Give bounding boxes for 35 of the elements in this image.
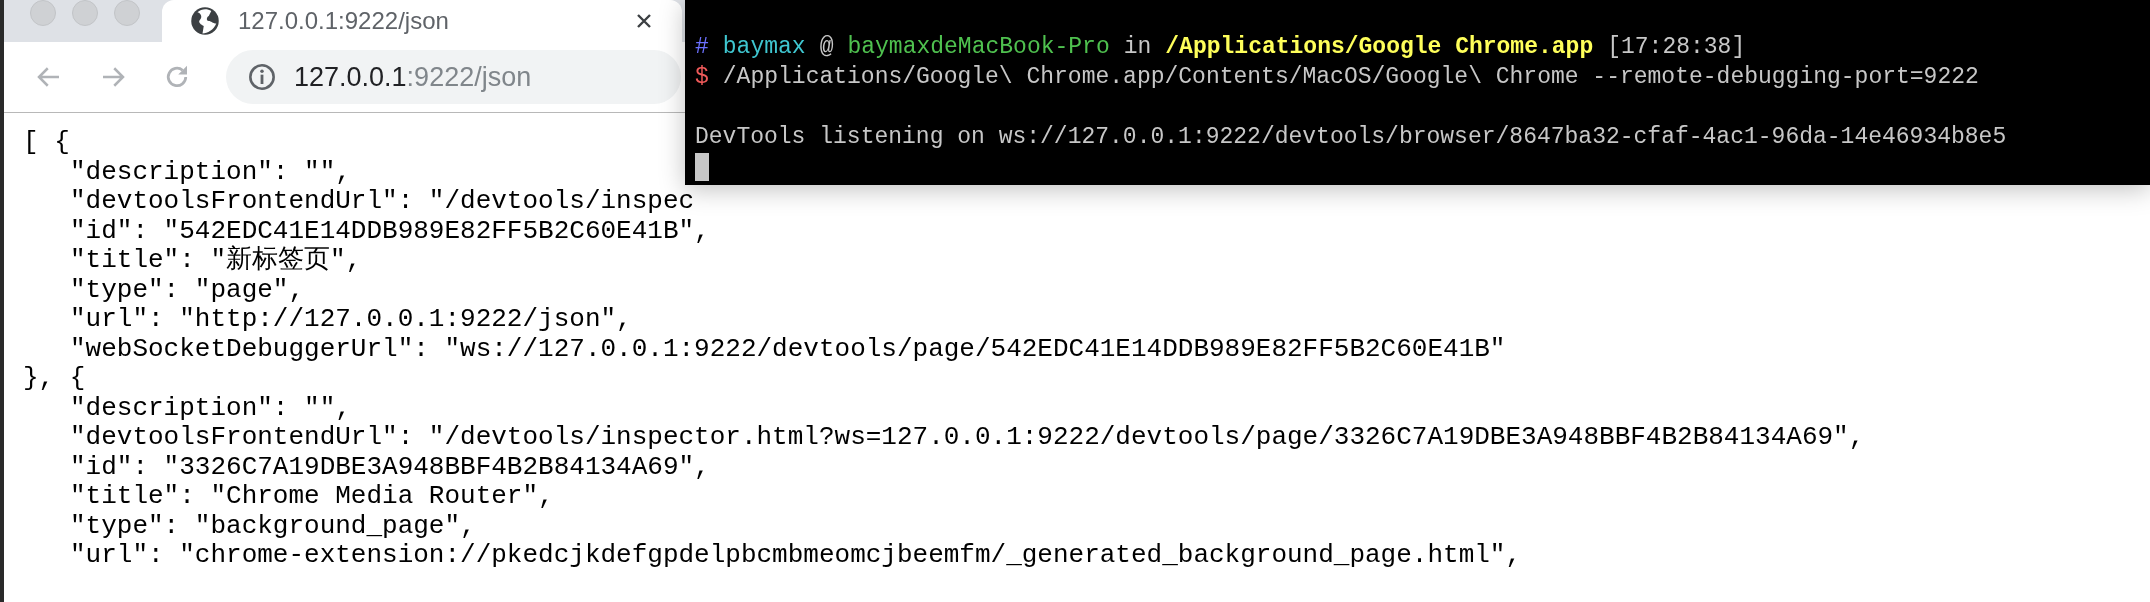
prompt-path: /Applications/Google Chrome.app — [1165, 34, 1594, 60]
minimize-window-button[interactable] — [72, 0, 98, 26]
prompt-symbol: # — [695, 34, 709, 60]
json-line: "title": "Chrome Media Router", — [70, 482, 554, 512]
output-text: DevTools listening on ws://127.0.0.1:9222/devtools/browser/8647ba32-cfaf-4ac1-96da-14e46934b8e5 — [695, 124, 2007, 150]
json-line: "id": "542EDC41E14DDB989E82FF5B2C60E41B", — [70, 216, 710, 246]
json-line: "description": "", — [70, 393, 351, 423]
info-icon[interactable] — [248, 63, 276, 91]
prompt-text: @ — [819, 34, 834, 60]
browser-tab[interactable]: 127.0.0.1:9222/json — [162, 0, 682, 42]
json-line: "type": "page", — [70, 275, 305, 305]
prompt-sign: $ — [695, 64, 709, 90]
json-line: "url": "chrome-extension://pkedcjkdefgpdelpbcmbmeomcjbeemfm/_generated_background_page.html", — [70, 541, 1522, 571]
json-line: [ { — [23, 128, 70, 158]
address-bar[interactable]: 127.0.0.1:9222/json — [226, 50, 681, 104]
text-cursor — [695, 153, 709, 181]
json-line: }, { — [23, 364, 86, 394]
json-line: "type": "background_page", — [70, 511, 476, 541]
json-line: "webSocketDebuggerUrl": "ws://127.0.0.1:9222/devtools/page/542EDC41E14DDB989E82FF5B2C60E41B" — [70, 334, 1506, 364]
globe-icon — [190, 6, 220, 36]
json-line: "description": "", — [70, 157, 351, 187]
url-text: 127.0.0.1:9222/json — [294, 61, 532, 93]
zoom-window-button[interactable] — [114, 0, 140, 26]
json-line: "title": "新标签页", — [70, 246, 362, 276]
json-line: "devtoolsFrontendUrl": "/devtools/inspector.html?ws=127.0.0.1:9222/devtools/page/3326C7A19DBE3A948BBF4B2B84134A69", — [70, 423, 1865, 453]
tab-title: 127.0.0.1:9222/json — [238, 7, 450, 35]
prompt-user: baymax — [722, 34, 806, 60]
json-line: "url": "http://127.0.0.1:9222/json", — [70, 305, 632, 335]
prompt-text: [17:28:38] — [1607, 34, 1746, 60]
prompt-host: baymaxdeMacBook-Pro — [847, 34, 1110, 60]
close-window-button[interactable] — [30, 0, 56, 26]
prompt-text: in — [1123, 34, 1152, 60]
json-line: "id": "3326C7A19DBE3A948BBF4B2B84134A69", — [70, 452, 710, 482]
json-line: "devtoolsFrontendUrl": "/devtools/inspec — [70, 187, 695, 217]
command-text: /Applications/Google\ Chrome.app/Contents/MacOS/Google\ Chrome --remote-debugging-port=9222 — [722, 64, 1979, 90]
